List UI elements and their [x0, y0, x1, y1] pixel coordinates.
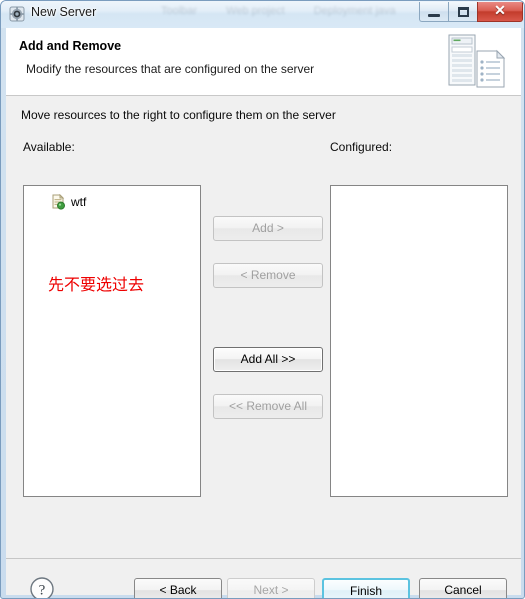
page-description: Modify the resources that are configured…	[26, 62, 315, 76]
page-title: Add and Remove	[19, 39, 122, 53]
svg-text:?: ?	[39, 583, 46, 599]
ghost-tab-3: Deployment java	[313, 5, 396, 17]
configured-label: Configured:	[330, 140, 393, 154]
cancel-button[interactable]: Cancel	[419, 578, 507, 598]
window-title: New Server	[31, 5, 97, 19]
dialog-client-area: Add and Remove Modify the resources that…	[6, 28, 521, 598]
finish-button[interactable]: Finish	[322, 578, 410, 598]
add-button[interactable]: Add >	[213, 216, 323, 241]
ghost-tab-1: Toolbar	[161, 5, 198, 17]
server-gear-icon	[9, 6, 25, 22]
help-question-icon[interactable]: ?	[29, 576, 55, 599]
configured-resources-list[interactable]	[330, 185, 508, 497]
title-bar[interactable]: Toolbar Web project Deployment java New …	[1, 1, 524, 28]
remove-button[interactable]: < Remove	[213, 263, 323, 288]
ghost-tab-2: Web project	[226, 5, 285, 17]
instruction-text: Move resources to the right to configure…	[21, 108, 336, 122]
minimize-button[interactable]	[419, 2, 448, 22]
new-server-dialog-window: Toolbar Web project Deployment java New …	[0, 0, 525, 599]
back-button[interactable]: < Back	[134, 578, 222, 598]
close-icon: ✕	[494, 2, 506, 18]
remove-all-button[interactable]: << Remove All	[213, 394, 323, 419]
wizard-header: Add and Remove Modify the resources that…	[6, 28, 521, 96]
web-module-icon	[50, 193, 66, 210]
server-and-document-icon	[447, 33, 509, 91]
footer-separator	[6, 558, 521, 559]
wizard-body: Move resources to the right to configure…	[6, 97, 521, 598]
available-label: Available:	[23, 140, 75, 154]
close-button[interactable]: ✕	[477, 2, 523, 22]
add-all-button[interactable]: Add All >>	[213, 347, 323, 372]
next-button[interactable]: Next >	[227, 578, 315, 598]
minimize-icon	[428, 14, 440, 17]
list-item[interactable]: wtf	[50, 193, 86, 211]
maximize-icon	[458, 7, 469, 17]
available-resources-list[interactable]: wtf 先不要选过去	[23, 185, 201, 497]
list-item-label: wtf	[71, 195, 87, 209]
background-ghost-tabs: Toolbar Web project Deployment java	[161, 5, 461, 19]
maximize-button[interactable]	[448, 2, 477, 22]
red-annotation-text: 先不要选过去	[48, 275, 145, 294]
window-controls: ✕	[419, 2, 523, 22]
